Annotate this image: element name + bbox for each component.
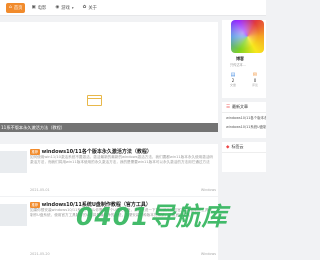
watermark-logo: 0401导航库 — [76, 202, 228, 231]
info-icon: ✿ — [82, 4, 87, 10]
list-icon: ☰ — [226, 104, 231, 110]
featured-banner[interactable]: 11系不版本永久激活方法（教程） — [0, 22, 218, 132]
sidebar: 博客 只传达本... ▤ 2 文章 ✉ 0 评论 ☰ 最新文章 windows1… — [222, 20, 266, 176]
stat-label: 评论 — [251, 83, 258, 87]
latest-post-link[interactable]: windows10/11各个版本永久激活 — [222, 113, 266, 122]
image-placeholder-icon — [87, 95, 102, 106]
post-excerpt: 如何使用win11/10激活系统不要激活，激活最新的最新的windows激活方法… — [30, 155, 214, 164]
post-title[interactable]: 推荐 windows10/11各个版本永久激活方法（教程） — [30, 148, 152, 155]
nav-label: 电影 — [37, 6, 47, 11]
stat-label: 文章 — [229, 83, 236, 87]
stat-posts[interactable]: ▤ 2 文章 — [224, 72, 242, 87]
avatar[interactable] — [231, 20, 264, 53]
recommend-badge: 推荐 — [30, 148, 40, 155]
card-title: 最新文章 — [232, 104, 249, 109]
post-thumbnail[interactable] — [0, 204, 27, 226]
nav-label: 游戏 — [61, 6, 70, 11]
nav-item-about[interactable]: ✿ 关于 — [80, 3, 100, 13]
site-header: ⌂ 首页 ▣ 电影 ◉ 游戏 ▾ ✿ 关于 — [0, 0, 266, 16]
post-meta: 2021-05-20 Windows — [30, 252, 216, 256]
profile-stats: ▤ 2 文章 ✉ 0 评论 — [224, 72, 264, 87]
card-title: 标签云 — [231, 144, 244, 149]
nav-item-games[interactable]: ◉ 游戏 ▾ — [52, 3, 76, 13]
home-icon: ⌂ — [9, 4, 12, 10]
latest-post-link[interactable]: windows10/11系统U盘制作 — [222, 122, 266, 131]
post-category[interactable]: Windows — [201, 252, 216, 256]
post-date: 2021-05-20 — [30, 252, 50, 256]
latest-posts-header: ☰ 最新文章 — [222, 102, 266, 113]
tag-icon: ◆ — [226, 144, 230, 150]
nav-label: 关于 — [88, 6, 97, 11]
post-date: 2021-05-01 — [30, 188, 50, 192]
nav-item-movies[interactable]: ▣ 电影 — [28, 3, 49, 13]
profile-card: 博客 只传达本... ▤ 2 文章 ✉ 0 评论 — [222, 20, 266, 98]
profile-desc: 只传达本... — [230, 63, 246, 67]
post-card[interactable]: 推荐 windows10/11各个版本永久激活方法（教程） 如何使用win11/… — [0, 144, 218, 196]
tag-cloud-card: ◆ 标签云 — [222, 142, 266, 172]
post-thumbnail[interactable] — [0, 151, 27, 173]
post-title-text[interactable]: windows10/11各个版本永久激活方法（教程） — [42, 148, 152, 155]
post-category[interactable]: Windows — [201, 188, 216, 192]
main-nav: ⌂ 首页 ▣ 电影 ◉ 游戏 ▾ ✿ 关于 — [6, 3, 100, 13]
stat-comments[interactable]: ✉ 0 评论 — [246, 72, 264, 87]
chevron-down-icon: ▾ — [71, 6, 74, 10]
nav-item-home[interactable]: ⌂ 首页 — [6, 3, 26, 13]
recommend-badge: 推荐 — [30, 201, 40, 208]
gamepad-icon: ◉ — [55, 4, 60, 10]
nav-label: 首页 — [13, 6, 23, 11]
film-icon: ▣ — [31, 4, 36, 10]
post-meta: 2021-05-01 Windows — [30, 188, 216, 192]
tag-cloud-header: ◆ 标签云 — [222, 142, 266, 153]
latest-posts-card: ☰ 最新文章 windows10/11各个版本永久激活 windows10/11… — [222, 102, 266, 138]
banner-caption[interactable]: 11系不版本永久激活方法（教程） — [0, 123, 218, 132]
